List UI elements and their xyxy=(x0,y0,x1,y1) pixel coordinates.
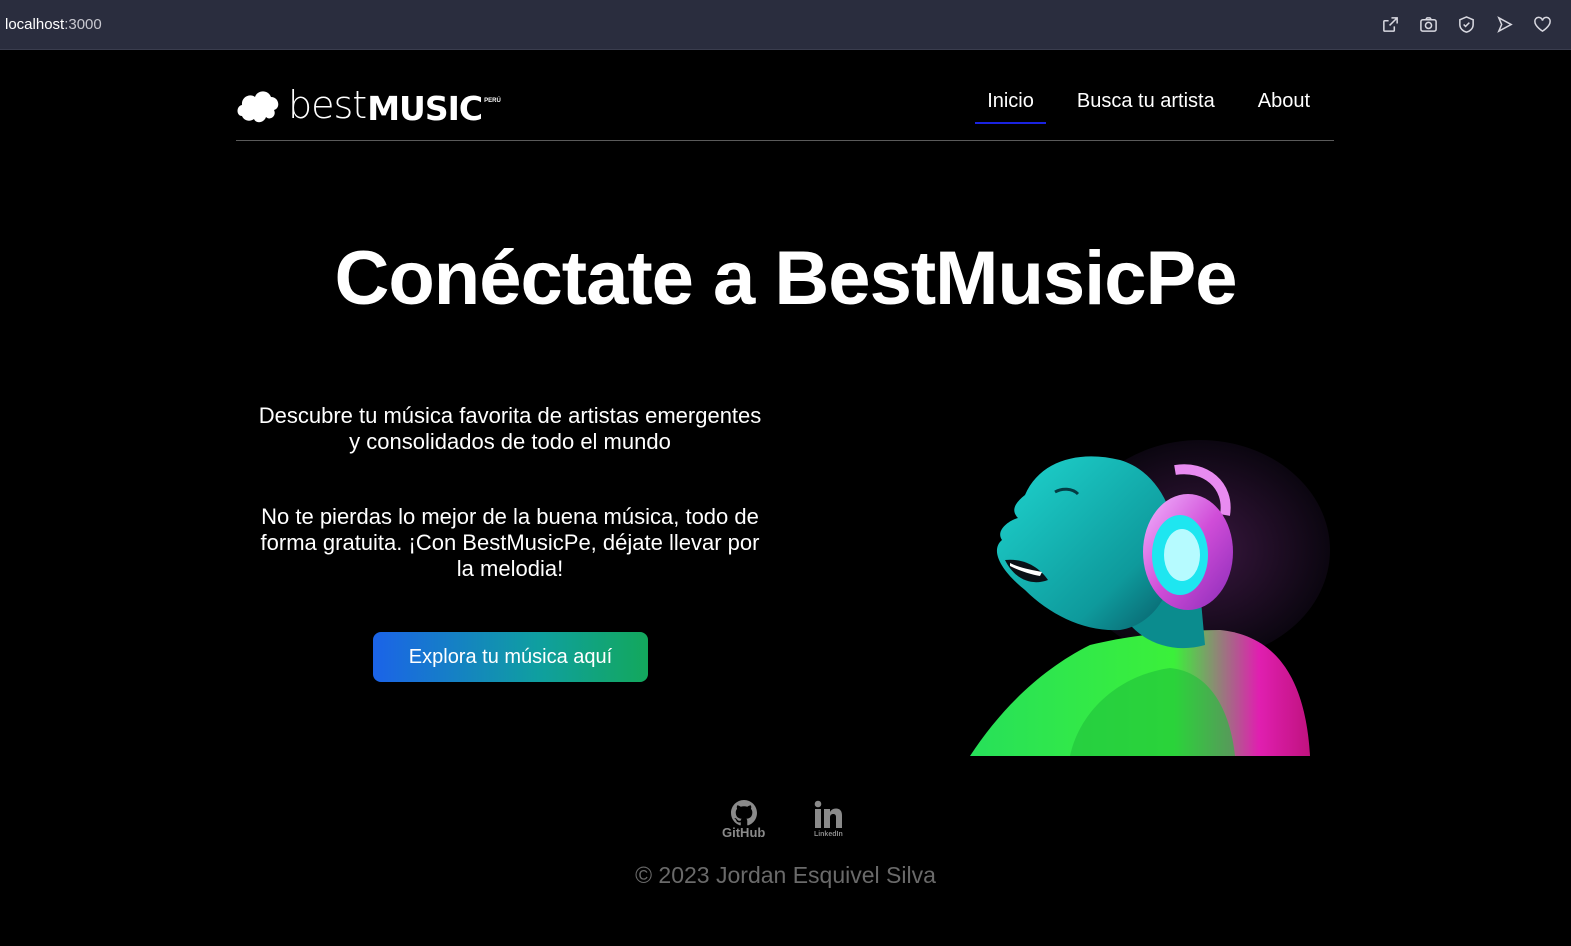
hero-description-1: Descubre tu música favorita de artistas … xyxy=(258,403,762,454)
nav-link-busca-tu-artista[interactable]: Busca tu artista xyxy=(1065,90,1227,123)
logo-text-peru: PERÚ xyxy=(484,98,501,104)
github-link[interactable]: GitHub xyxy=(722,800,765,840)
site-logo[interactable]: best MUSIC PERÚ xyxy=(236,86,501,129)
heart-icon[interactable] xyxy=(1532,14,1553,35)
github-icon xyxy=(730,800,757,826)
logo-text-best: best xyxy=(288,83,367,127)
hero-description-2: No te pierdas lo mejor de la buena músic… xyxy=(260,504,760,581)
explore-music-button[interactable]: Explora tu música aquí xyxy=(373,632,648,682)
cloud-logo-icon xyxy=(237,91,279,123)
navbar: best MUSIC PERÚ Inicio Busca tu artista … xyxy=(236,82,1334,141)
github-label: GitHub xyxy=(722,825,766,840)
url-port: :3000 xyxy=(64,16,102,33)
browser-toolbar: localhost:3000 xyxy=(0,0,1571,50)
linkedin-link[interactable]: LinkedIn xyxy=(813,800,843,840)
nav-link-about[interactable]: About xyxy=(1246,90,1322,123)
url-host: localhost xyxy=(5,16,65,33)
linkedin-icon xyxy=(815,800,843,828)
camera-icon[interactable] xyxy=(1418,14,1439,35)
copyright-text: © 2023 Jordan Esquivel Silva xyxy=(635,862,936,888)
social-links: GitHub LinkedIn xyxy=(722,800,843,840)
nav-link-inicio[interactable]: Inicio xyxy=(975,90,1046,124)
play-icon[interactable] xyxy=(1494,14,1515,35)
hero-title: Conéctate a BestMusicPe xyxy=(334,236,1238,321)
hero-image xyxy=(970,440,1330,756)
address-bar[interactable]: localhost:3000 xyxy=(5,16,102,33)
linkedin-label: LinkedIn xyxy=(813,831,843,838)
shield-icon[interactable] xyxy=(1456,14,1477,35)
logo-text-music: MUSIC xyxy=(367,89,483,128)
share-icon[interactable] xyxy=(1380,14,1401,35)
